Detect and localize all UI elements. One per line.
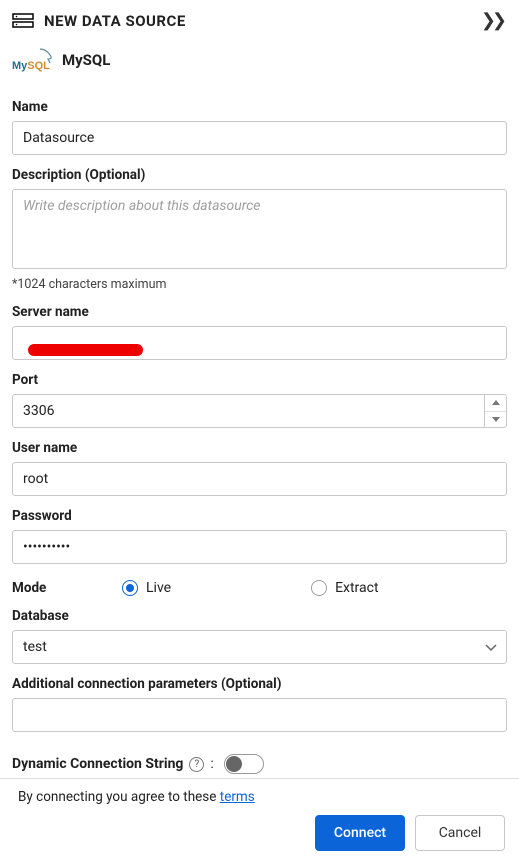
agree-text: By connecting you agree to these terms [14, 789, 505, 805]
field-additional-params: Additional connection parameters (Option… [12, 676, 507, 732]
field-dynamic-connection: Dynamic Connection String ? : [12, 754, 507, 774]
field-password: Password [12, 508, 507, 564]
username-input[interactable] [12, 462, 507, 496]
mysql-logo-icon: MySQL . [12, 45, 56, 75]
mode-radio-live[interactable]: Live [122, 580, 171, 596]
toggle-knob [226, 756, 242, 772]
field-port: Port [12, 372, 507, 428]
field-name: Name [12, 99, 507, 155]
datasource-type-label: MySQL [62, 51, 110, 69]
name-label: Name [12, 99, 507, 115]
server-label: Server name [12, 304, 507, 320]
username-label: User name [12, 440, 507, 456]
terms-link[interactable]: terms [220, 789, 255, 805]
mode-radio-group: Live Extract [122, 580, 379, 596]
svg-text:.: . [50, 65, 52, 72]
password-input[interactable] [12, 530, 507, 564]
field-description: Description (Optional) *1024 characters … [12, 167, 507, 292]
footer-buttons: Connect Cancel [14, 815, 505, 851]
field-username: User name [12, 440, 507, 496]
radio-unchecked-icon [311, 580, 327, 596]
field-database: Database [12, 608, 507, 664]
name-input[interactable] [12, 121, 507, 155]
field-server: Server name [12, 304, 507, 360]
footer: By connecting you agree to these terms C… [0, 778, 519, 863]
password-label: Password [12, 508, 507, 524]
server-input[interactable] [12, 326, 507, 360]
expand-icon[interactable]: ❯❯ [477, 8, 507, 33]
port-spinner [484, 395, 506, 427]
panel-title: NEW DATA SOURCE [44, 12, 477, 30]
port-input[interactable] [13, 395, 484, 427]
mode-extract-label: Extract [335, 580, 378, 596]
database-select[interactable] [12, 630, 507, 664]
mode-radio-extract[interactable]: Extract [311, 580, 378, 596]
port-step-up[interactable] [485, 395, 506, 412]
additional-label: Additional connection parameters (Option… [12, 676, 507, 692]
mode-label: Mode [12, 580, 122, 596]
description-textarea[interactable] [12, 189, 507, 269]
dynamic-colon: : [210, 756, 213, 772]
datasource-type-row: MySQL . MySQL [0, 37, 519, 83]
radio-checked-icon [122, 580, 138, 596]
field-mode: Mode Live Extract [12, 580, 507, 596]
mode-live-label: Live [146, 580, 171, 596]
help-icon[interactable]: ? [189, 757, 204, 772]
database-label: Database [12, 608, 507, 624]
dynamic-label: Dynamic Connection String [12, 756, 183, 772]
datasource-form: Name Description (Optional) *1024 charac… [0, 83, 519, 774]
cancel-button[interactable]: Cancel [415, 815, 505, 851]
port-label: Port [12, 372, 507, 388]
datasource-icon [12, 13, 34, 29]
description-label: Description (Optional) [12, 167, 507, 183]
additional-input[interactable] [12, 698, 507, 732]
svg-text:MySQL: MySQL [12, 60, 50, 72]
port-step-down[interactable] [485, 412, 506, 428]
connect-button[interactable]: Connect [315, 815, 405, 851]
panel-header: NEW DATA SOURCE ❯❯ [0, 0, 519, 37]
agree-prefix: By connecting you agree to these [18, 789, 220, 805]
dynamic-toggle[interactable] [224, 754, 264, 774]
description-helper: *1024 characters maximum [12, 277, 507, 292]
